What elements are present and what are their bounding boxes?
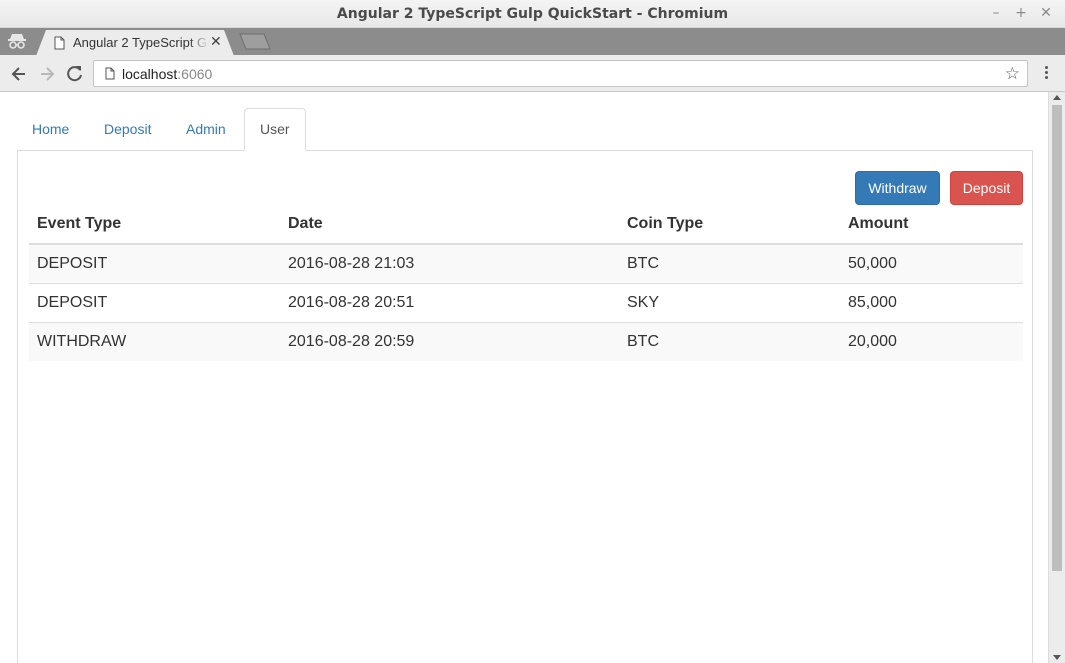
coin-type-cell: SKY	[619, 282, 840, 322]
back-arrow-icon[interactable]	[9, 64, 29, 84]
table-header-row: Event Type Date Coin Type Amount	[29, 205, 1023, 245]
date-cell: 2016-08-28 20:51	[280, 282, 619, 322]
browser-tab-active[interactable]: Angular 2 TypeScript Gulp QuickStart ✕	[36, 30, 234, 56]
withdraw-button[interactable]: Withdraw	[855, 171, 940, 205]
tab-user[interactable]: User	[244, 108, 306, 151]
column-header-date: Date	[280, 205, 619, 245]
browser-tabstrip: Angular 2 TypeScript Gulp QuickStart ✕	[0, 28, 1065, 56]
page-scrollbar[interactable]	[1048, 92, 1065, 663]
column-header-coin-type: Coin Type	[619, 205, 840, 245]
column-header-event-type: Event Type	[29, 205, 280, 245]
window-close-button[interactable]: ✕	[1037, 3, 1055, 23]
amount-cell: 50,000	[840, 244, 1023, 283]
window-titlebar: Angular 2 TypeScript Gulp QuickStart - C…	[0, 0, 1065, 28]
window-title: Angular 2 TypeScript Gulp QuickStart - C…	[336, 6, 729, 22]
tab-close-icon[interactable]: ✕	[210, 34, 222, 50]
maximize-button[interactable]: +	[1012, 3, 1030, 23]
date-cell: 2016-08-28 21:03	[280, 244, 619, 283]
coin-type-cell: BTC	[619, 321, 840, 361]
event-type-cell: WITHDRAW	[29, 321, 280, 361]
tab-deposit[interactable]: Deposit	[89, 108, 166, 151]
coin-type-cell: BTC	[619, 244, 840, 283]
minimize-button[interactable]: –	[987, 3, 1005, 23]
table-row: WITHDRAW 2016-08-28 20:59 BTC 20,000	[29, 321, 1023, 361]
events-table: Event Type Date Coin Type Amount DEPOSIT…	[29, 205, 1023, 361]
url-host: localhost	[122, 66, 178, 82]
new-tab-button[interactable]	[238, 33, 272, 50]
table-row: DEPOSIT 2016-08-28 20:51 SKY 85,000	[29, 282, 1023, 322]
tab-admin[interactable]: Admin	[171, 108, 241, 151]
browser-menu-icon[interactable]	[1037, 64, 1055, 84]
address-bar[interactable]: localhost:6060 ☆	[93, 60, 1028, 87]
page-viewport: Home Deposit Admin User Withdraw Deposit…	[1, 92, 1048, 663]
amount-cell: 20,000	[840, 321, 1023, 361]
forward-arrow-icon[interactable]	[37, 64, 57, 84]
user-tab-panel: Withdraw Deposit Event Type Date Coin Ty…	[17, 150, 1033, 663]
nav-tabs: Home Deposit Admin User	[17, 108, 1033, 151]
scroll-down-arrow-icon[interactable]	[1053, 655, 1061, 660]
deposit-button[interactable]: Deposit	[950, 171, 1023, 205]
page-info-icon[interactable]	[105, 67, 115, 80]
table-row: DEPOSIT 2016-08-28 21:03 BTC 50,000	[29, 244, 1023, 283]
scrollbar-thumb[interactable]	[1052, 105, 1062, 571]
tab-title: Angular 2 TypeScript Gulp QuickStart	[73, 35, 209, 50]
date-cell: 2016-08-28 20:59	[280, 321, 619, 361]
bookmark-star-icon[interactable]: ☆	[1005, 64, 1020, 84]
page-icon	[54, 36, 65, 50]
event-type-cell: DEPOSIT	[29, 244, 280, 283]
incognito-icon	[8, 34, 26, 49]
reload-icon[interactable]	[65, 64, 85, 84]
scroll-up-arrow-icon[interactable]	[1053, 95, 1061, 100]
browser-toolbar: localhost:6060 ☆	[0, 55, 1065, 92]
event-type-cell: DEPOSIT	[29, 282, 280, 322]
url-text: localhost:6060	[122, 66, 212, 82]
amount-cell: 85,000	[840, 282, 1023, 322]
url-port: :6060	[177, 66, 213, 82]
column-header-amount: Amount	[840, 205, 1023, 245]
tab-home[interactable]: Home	[17, 108, 84, 151]
